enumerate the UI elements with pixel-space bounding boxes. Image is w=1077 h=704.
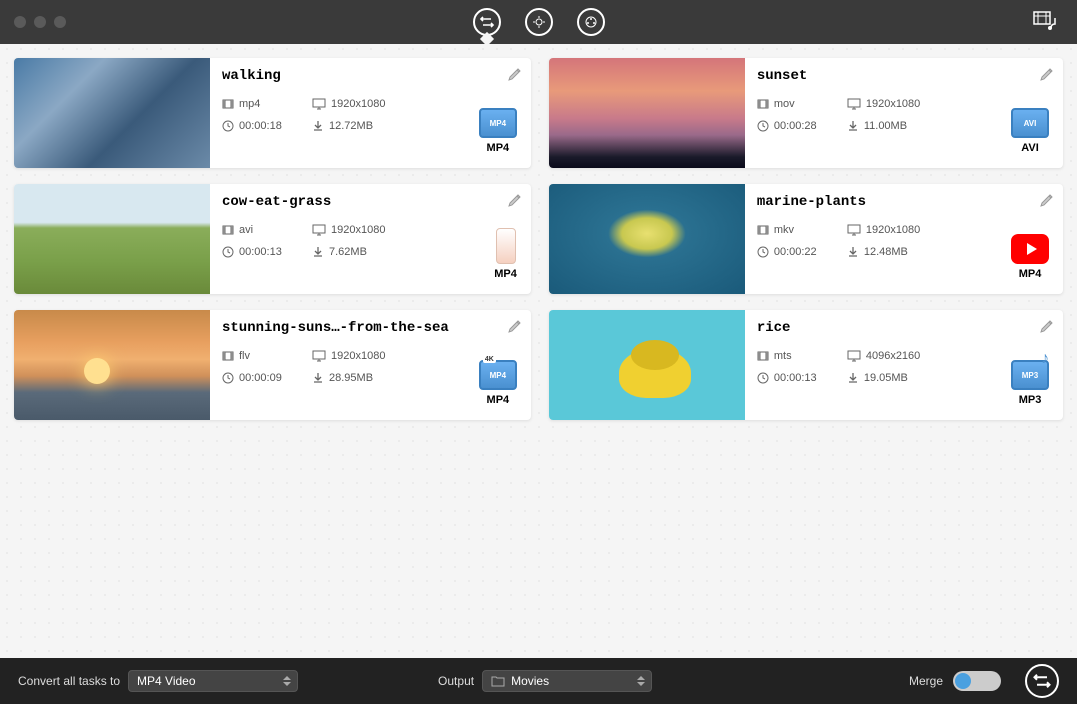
target-format-button[interactable]: MP3 — [1011, 360, 1049, 406]
task-card[interactable]: stunning-suns…-from-the-sea flv1920x10800… — [14, 310, 531, 420]
file-title: marine-plants — [757, 194, 1051, 210]
resolution: 1920x1080 — [847, 98, 957, 110]
target-format-select[interactable]: MP4 Video — [128, 670, 298, 692]
target-format-label: AVI — [1021, 142, 1039, 154]
task-card[interactable]: rice mts4096x216000:00:1319.05MB MP3 — [549, 310, 1063, 420]
resolution: 1920x1080 — [312, 98, 422, 110]
resolution: 1920x1080 — [312, 224, 422, 236]
download-tab-icon[interactable] — [525, 8, 553, 36]
source-format: mts — [757, 350, 847, 362]
file-title: sunset — [757, 68, 1051, 84]
edit-icon[interactable] — [507, 66, 523, 87]
merge-toggle[interactable] — [953, 671, 1001, 691]
filesize: 12.48MB — [847, 246, 957, 258]
source-format: mkv — [757, 224, 847, 236]
duration: 00:00:13 — [757, 372, 847, 384]
duration: 00:00:22 — [757, 246, 847, 258]
convert-tab-icon[interactable] — [473, 8, 501, 36]
format-icon — [479, 360, 517, 390]
filesize: 28.95MB — [312, 372, 422, 384]
duration: 00:00:09 — [222, 372, 312, 384]
mode-tabs — [473, 8, 605, 36]
output-label: Output — [438, 674, 474, 688]
filesize: 19.05MB — [847, 372, 957, 384]
source-format: mov — [757, 98, 847, 110]
resolution: 1920x1080 — [312, 350, 422, 362]
close-window-icon[interactable] — [14, 16, 26, 28]
target-format-label: MP3 — [1019, 394, 1042, 406]
task-card[interactable]: walking mp41920x108000:00:1812.72MB MP4 — [14, 58, 531, 168]
task-card[interactable]: sunset mov1920x108000:00:2811.00MB AVI — [549, 58, 1063, 168]
target-format-label: MP4 — [487, 394, 510, 406]
source-format: flv — [222, 350, 312, 362]
duration: 00:00:18 — [222, 120, 312, 132]
title-bar — [0, 0, 1077, 44]
target-format-button[interactable]: MP4 — [494, 228, 517, 280]
thumbnail — [549, 58, 745, 168]
format-icon — [479, 108, 517, 138]
folder-icon — [491, 675, 505, 687]
start-convert-button[interactable] — [1025, 664, 1059, 698]
format-icon — [1011, 108, 1049, 138]
resolution: 1920x1080 — [847, 224, 957, 236]
output-folder-value: Movies — [511, 674, 549, 688]
edit-icon[interactable] — [507, 192, 523, 213]
edit-icon[interactable] — [1039, 66, 1055, 87]
edit-icon[interactable] — [1039, 318, 1055, 339]
thumbnail — [14, 310, 210, 420]
task-grid: walkingmp41920x108000:00:1812.72MBMP4sun… — [0, 44, 1077, 434]
thumbnail — [14, 184, 210, 294]
file-title: walking — [222, 68, 519, 84]
format-icon — [1011, 234, 1049, 264]
file-title: rice — [757, 320, 1051, 336]
source-format: avi — [222, 224, 312, 236]
edit-icon[interactable] — [1039, 192, 1055, 213]
thumbnail — [549, 310, 745, 420]
maximize-window-icon[interactable] — [54, 16, 66, 28]
target-format-label: MP4 — [1019, 268, 1042, 280]
target-format-button[interactable]: MP4 — [1011, 234, 1049, 280]
file-title: stunning-suns…-from-the-sea — [222, 320, 519, 336]
thumbnail — [549, 184, 745, 294]
filesize: 12.72MB — [312, 120, 422, 132]
duration: 00:00:13 — [222, 246, 312, 258]
format-icon — [496, 228, 516, 264]
target-format-button[interactable]: MP4 — [479, 108, 517, 154]
bottom-bar: Convert all tasks to MP4 Video Output Mo… — [0, 658, 1077, 704]
file-title: cow-eat-grass — [222, 194, 519, 210]
media-tab-icon[interactable] — [577, 8, 605, 36]
playlist-icon[interactable] — [1033, 10, 1057, 35]
resolution: 4096x2160 — [847, 350, 957, 362]
target-format-value: MP4 Video — [137, 674, 195, 688]
target-format-button[interactable]: AVI — [1011, 108, 1049, 154]
source-format: mp4 — [222, 98, 312, 110]
filesize: 11.00MB — [847, 120, 957, 132]
target-format-label: MP4 — [494, 268, 517, 280]
format-icon — [1011, 360, 1049, 390]
target-format-button[interactable]: MP4 — [479, 360, 517, 406]
task-card[interactable]: marine-plants mkv1920x108000:00:2212.48MB… — [549, 184, 1063, 294]
output-folder-select[interactable]: Movies — [482, 670, 652, 692]
edit-icon[interactable] — [507, 318, 523, 339]
merge-label: Merge — [909, 674, 943, 688]
filesize: 7.62MB — [312, 246, 422, 258]
window-controls — [0, 16, 66, 28]
minimize-window-icon[interactable] — [34, 16, 46, 28]
duration: 00:00:28 — [757, 120, 847, 132]
task-card[interactable]: cow-eat-grass avi1920x108000:00:137.62MB M… — [14, 184, 531, 294]
thumbnail — [14, 58, 210, 168]
convert-all-label: Convert all tasks to — [18, 674, 120, 688]
target-format-label: MP4 — [487, 142, 510, 154]
